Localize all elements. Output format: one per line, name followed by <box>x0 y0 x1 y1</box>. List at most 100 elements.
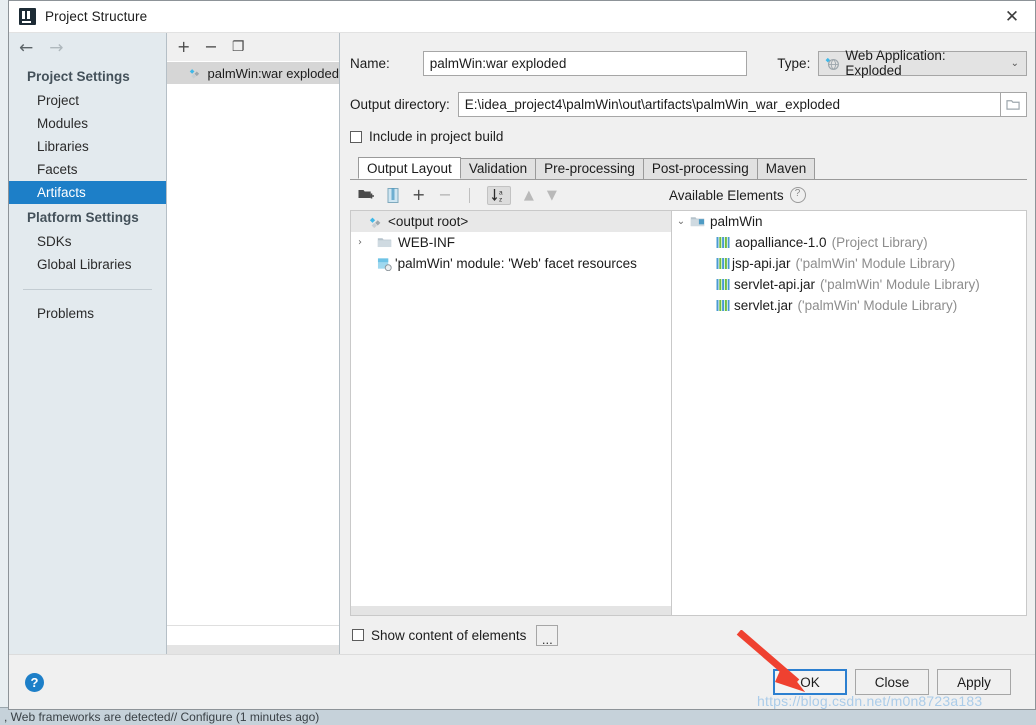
create-archive-icon[interactable] <box>387 187 399 203</box>
move-up-icon[interactable]: ▲ <box>524 189 534 202</box>
remove-artifact-icon[interactable]: − <box>204 39 217 55</box>
tree-row[interactable]: ⌄ palmWin <box>672 211 1026 232</box>
facet-icon <box>377 257 392 271</box>
output-directory-input[interactable]: E:\idea_project4\palmWin\out\artifacts\p… <box>457 91 1001 117</box>
svg-text:a: a <box>499 189 503 196</box>
add-element-icon[interactable]: + <box>412 187 425 203</box>
library-icon <box>716 300 730 311</box>
output-layout-toolbar-buttons: + − a z ▲ ▼ <box>350 185 557 205</box>
add-artifact-icon[interactable]: + <box>177 39 190 55</box>
artifacts-horizontal-scrollbar[interactable] <box>167 645 339 654</box>
help-icon[interactable]: ? <box>789 187 806 203</box>
artifact-type-select[interactable]: Web Application: Exploded ⌄ <box>818 48 1027 78</box>
list-item[interactable]: palmWin:war exploded <box>167 62 339 84</box>
tab-maven[interactable]: Maven <box>756 158 816 179</box>
forward-arrow-icon[interactable]: → <box>49 39 63 57</box>
sidebar-item-modules[interactable]: Modules <box>9 112 166 135</box>
sidebar-group-project-settings: Project Settings <box>27 69 130 84</box>
back-arrow-icon[interactable]: ← <box>19 39 33 57</box>
move-down-icon[interactable]: ▼ <box>547 189 557 202</box>
artifact-icon <box>369 217 381 228</box>
sidebar-item-global-libraries[interactable]: Global Libraries <box>9 253 166 276</box>
sidebar-item-artifacts[interactable]: Artifacts <box>9 181 166 204</box>
help-icon[interactable]: ? <box>25 672 44 692</box>
footer-buttons: OK Close Apply <box>773 669 1035 695</box>
type-label: Type: <box>777 55 811 71</box>
dialog-body: ← → Project Settings Project Modules Lib… <box>9 33 1035 654</box>
folder-icon <box>377 238 392 248</box>
sidebar-item-facets[interactable]: Facets <box>9 158 166 181</box>
available-elements-tree: ⌄ palmWin aopalliance-1.0 (Project Libra… <box>671 210 1027 616</box>
more-options-button[interactable]: ... <box>536 624 559 646</box>
include-in-build-checkbox[interactable] <box>350 130 362 143</box>
name-input[interactable]: palmWin:war exploded <box>422 50 748 76</box>
toolbar-divider <box>468 187 470 203</box>
apply-button[interactable]: Apply <box>937 669 1011 695</box>
available-elements-header: Available Elements ? <box>669 187 1027 203</box>
artifact-tabs: Output Layout Validation Pre-processing … <box>350 157 1027 180</box>
chevron-down-icon: ⌄ <box>1010 57 1020 69</box>
artifacts-list-footer <box>167 625 339 654</box>
sidebar-item-problems[interactable]: Problems <box>9 302 166 325</box>
tree-row-suffix: ('palmWin' Module Library) <box>795 256 956 271</box>
web-application-icon <box>825 57 840 70</box>
screen: , Web frameworks are detected// Configur… <box>0 0 1036 725</box>
remove-element-icon[interactable]: − <box>438 187 451 203</box>
module-icon <box>690 216 705 226</box>
tree-row[interactable]: › WEB-INF <box>351 232 671 253</box>
sidebar-item-libraries[interactable]: Libraries <box>9 135 166 158</box>
artifact-type-value: Web Application: Exploded <box>845 48 946 78</box>
tree-row-suffix: (Project Library) <box>831 235 928 250</box>
sidebar-item-project[interactable]: Project <box>9 89 166 112</box>
artifact-icon <box>189 69 200 79</box>
tree-row-suffix: ('palmWin' Module Library) <box>797 298 958 313</box>
close-button[interactable]: Close <box>855 669 929 695</box>
tree-row[interactable]: servlet.jar ('palmWin' Module Library) <box>672 295 1026 316</box>
tree-row[interactable]: 'palmWin' module: 'Web' facet resources <box>351 253 671 274</box>
tree-row-suffix: ('palmWin' Module Library) <box>820 277 980 292</box>
intellij-idea-logo-icon <box>19 8 36 25</box>
tree-row[interactable]: aopalliance-1.0 (Project Library) <box>672 232 1026 253</box>
close-icon[interactable]: ✕ <box>989 1 1035 32</box>
dialog-titlebar: Project Structure ✕ <box>9 1 1035 33</box>
output-layout-horizontal-scrollbar[interactable] <box>351 606 671 615</box>
browse-folder-button[interactable] <box>1001 91 1027 117</box>
sort-alphabetically-icon[interactable]: a z <box>486 185 511 205</box>
tree-row-label: <output root> <box>388 214 469 229</box>
name-label: Name: <box>350 55 390 71</box>
show-content-label: Show content of elements <box>371 627 527 643</box>
copy-artifact-icon[interactable]: ❐ <box>232 40 245 54</box>
sidebar-history-controls: ← → <box>9 33 166 63</box>
tree-twisty-collapse-icon[interactable]: ⌄ <box>672 216 690 227</box>
list-item-label: palmWin:war exploded <box>207 65 339 81</box>
tree-row-label: servlet.jar <box>734 298 793 313</box>
artifacts-list: palmWin:war exploded <box>167 62 339 625</box>
tree-row-label: 'palmWin' module: 'Web' facet resources <box>395 256 637 271</box>
available-elements-label: Available Elements <box>669 187 784 203</box>
ok-button[interactable]: OK <box>773 669 847 695</box>
tree-row[interactable]: <output root> <box>351 211 671 232</box>
library-icon <box>716 237 730 248</box>
output-directory-label: Output directory: <box>350 96 450 112</box>
name-type-row: Name: palmWin:war exploded Type: Web App… <box>350 48 1027 78</box>
include-in-build-row[interactable]: Include in project build <box>350 129 1027 144</box>
folder-icon <box>1006 99 1020 110</box>
settings-sidebar: ← → Project Settings Project Modules Lib… <box>9 33 167 654</box>
tree-twisty-expand-icon[interactable]: › <box>351 237 369 248</box>
show-content-checkbox[interactable] <box>352 629 364 641</box>
tree-row[interactable]: jsp-api.jar ('palmWin' Module Library) <box>672 253 1026 274</box>
project-structure-dialog: Project Structure ✕ ← → Project Settings… <box>8 0 1036 710</box>
artifacts-toolbar: + − ❐ <box>167 33 339 62</box>
tab-output-layout[interactable]: Output Layout <box>358 157 461 179</box>
tab-post-processing[interactable]: Post-processing <box>642 158 758 179</box>
library-icon <box>716 258 730 269</box>
sidebar-item-sdks[interactable]: SDKs <box>9 230 166 253</box>
artifacts-list-panel: + − ❐ palmWin:war exploded <box>167 33 340 654</box>
library-icon <box>716 279 730 290</box>
tab-validation[interactable]: Validation <box>459 158 537 179</box>
tree-row-label: palmWin <box>710 214 763 229</box>
output-layout-toolbar: + − a z ▲ ▼ Available Elements ? <box>350 180 1027 210</box>
tab-pre-processing[interactable]: Pre-processing <box>535 158 644 179</box>
create-directory-icon[interactable] <box>358 188 374 202</box>
tree-row[interactable]: servlet-api.jar ('palmWin' Module Librar… <box>672 274 1026 295</box>
